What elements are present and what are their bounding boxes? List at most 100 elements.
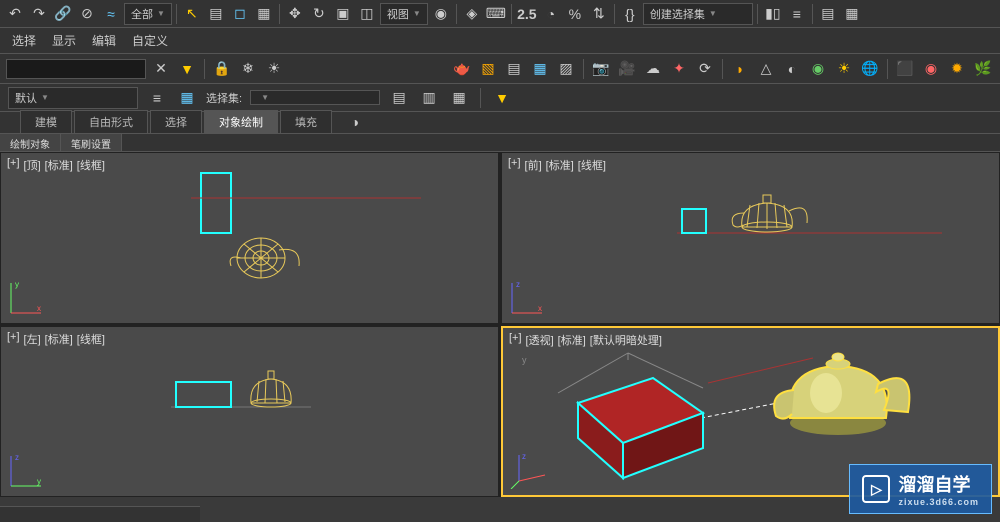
angle-snap-icon[interactable]: ◔ <box>540 3 562 25</box>
freeze-icon[interactable]: ❄ <box>237 58 259 80</box>
menu-display[interactable]: 显示 <box>52 32 76 49</box>
svg-text:x: x <box>37 304 41 313</box>
motion-icon[interactable]: ⟳ <box>694 58 716 80</box>
ss-add-icon[interactable]: ▤ <box>388 87 410 109</box>
layer-row: 默认 ▼ ≡ ▦ 选择集: ▼ ▤ ▥ ▦ ▼ <box>0 84 1000 112</box>
link-icon[interactable]: 🔗 <box>52 3 74 25</box>
viewport-front[interactable]: [+] [前] [标准] [线框] z x <box>501 152 1000 324</box>
geo-icon[interactable]: ◉ <box>807 58 829 80</box>
layer-stack-icon[interactable]: ≡ <box>146 87 168 109</box>
select-rect-icon[interactable]: ◻ <box>229 3 251 25</box>
select-manipulate-icon[interactable]: ◈ <box>461 3 483 25</box>
selection-filter-dropdown[interactable]: 全部 ▼ <box>124 3 172 25</box>
clear-icon[interactable]: ✕ <box>150 58 172 80</box>
sub-brush[interactable]: 笔刷设置 <box>61 134 122 151</box>
filter-label: 全部 <box>131 6 153 22</box>
ss-edit-icon[interactable]: ▦ <box>448 87 470 109</box>
ss-sub-icon[interactable]: ▥ <box>418 87 440 109</box>
named-selection-dropdown[interactable]: 创建选择集 ▼ <box>643 3 753 25</box>
teapot-render-icon[interactable]: 🫖 <box>451 58 473 80</box>
search-input[interactable] <box>6 59 146 79</box>
watermark: ▷ 溜溜自学 zixue.3d66.com <box>849 464 992 514</box>
svg-text:y: y <box>37 477 41 486</box>
sphere-icon[interactable]: ◐ <box>781 58 803 80</box>
vp-top-label[interactable]: [+] [顶] [标准] [线框] <box>7 157 105 173</box>
lock-icon[interactable]: 🔒 <box>211 58 233 80</box>
sub-paintobj[interactable]: 绘制对象 <box>0 134 61 151</box>
tab-modeling[interactable]: 建模 <box>20 110 72 133</box>
curve-editor-icon[interactable]: ▦ <box>841 3 863 25</box>
select-cursor-icon[interactable]: ↖ <box>181 3 203 25</box>
align-icon[interactable]: ≡ <box>786 3 808 25</box>
globe-icon[interactable]: 🌐 <box>859 58 881 80</box>
named-sel-label: 创建选择集 <box>650 6 705 22</box>
particle-icon[interactable]: ✦ <box>668 58 690 80</box>
vp-left-label[interactable]: [+] [左] [标准] [线框] <box>7 331 105 347</box>
unfreeze-icon[interactable]: ☀ <box>263 58 285 80</box>
mirror-icon[interactable]: ▮▯ <box>762 3 784 25</box>
chevron-down-icon: ▼ <box>709 9 717 18</box>
refcoord-dropdown[interactable]: 视图 ▼ <box>380 3 428 25</box>
camera-setup-icon[interactable]: 🎥 <box>616 58 638 80</box>
snap-icon[interactable]: 2.5 <box>516 3 538 25</box>
scale-icon[interactable]: ▣ <box>332 3 354 25</box>
camera-icon[interactable]: 📷 <box>590 58 612 80</box>
material-editor-icon[interactable]: ▦ <box>529 58 551 80</box>
cone-icon[interactable]: △ <box>755 58 777 80</box>
layer-manage-icon[interactable]: ▦ <box>176 87 198 109</box>
grass-icon[interactable]: 🌿 <box>972 58 994 80</box>
selset-dropdown[interactable]: ▼ <box>250 90 380 105</box>
spinner-snap-icon[interactable]: ⇅ <box>588 3 610 25</box>
axis-gizmo: z <box>509 449 549 489</box>
layer-dropdown[interactable]: 默认 ▼ <box>8 87 138 109</box>
watermark-url: zixue.3d66.com <box>898 497 979 507</box>
menu-select[interactable]: 选择 <box>12 32 36 49</box>
unlink-icon[interactable]: ⊘ <box>76 3 98 25</box>
bind-icon[interactable]: ≈ <box>100 3 122 25</box>
menu-edit[interactable]: 编辑 <box>92 32 116 49</box>
percent-snap-icon[interactable]: % <box>564 3 586 25</box>
viewport-top[interactable]: [+] [顶] [标准] [线框] yx <box>0 152 499 324</box>
placement-icon[interactable]: ◫ <box>356 3 378 25</box>
fire-icon[interactable]: ◉ <box>920 58 942 80</box>
tab-freeform[interactable]: 自由形式 <box>74 110 148 133</box>
vp-front-label[interactable]: [+] [前] [标准] [线框] <box>508 157 606 173</box>
keyboard-shortcuts-icon[interactable]: ⌨ <box>485 3 507 25</box>
svg-text:y: y <box>522 355 527 365</box>
rotate-icon[interactable]: ↻ <box>308 3 330 25</box>
sun-icon[interactable]: ☀ <box>833 58 855 80</box>
dome-icon[interactable]: ◗ <box>729 58 751 80</box>
explode-icon[interactable]: ✹ <box>946 58 968 80</box>
svg-text:z: z <box>15 453 19 462</box>
render-frame-icon[interactable]: ▤ <box>503 58 525 80</box>
selset-static-label: 选择集: <box>206 90 242 106</box>
tab-toggle-icon[interactable]: ◑ <box>344 111 366 133</box>
portal-icon[interactable]: ⬛ <box>894 58 916 80</box>
tab-select[interactable]: 选择 <box>150 110 202 133</box>
pivot-icon[interactable]: ◉ <box>430 3 452 25</box>
chevron-down-icon: ▼ <box>261 93 269 102</box>
undo-icon[interactable]: ↶ <box>4 3 26 25</box>
redo-icon[interactable]: ↷ <box>28 3 50 25</box>
select-name-icon[interactable]: ▤ <box>205 3 227 25</box>
svg-text:z: z <box>516 280 520 289</box>
svg-text:x: x <box>538 304 542 313</box>
viewport-left[interactable]: [+] [左] [标准] [线框] z y <box>0 326 499 498</box>
layer-label: 默认 <box>15 90 37 106</box>
menu-custom[interactable]: 自定义 <box>132 32 168 49</box>
move-icon[interactable]: ✥ <box>284 3 306 25</box>
funnel-icon[interactable]: ▼ <box>491 87 513 109</box>
tab-objpaint[interactable]: 对象绘制 <box>204 110 278 133</box>
window-cross-icon[interactable]: ▦ <box>253 3 275 25</box>
render-setup-icon[interactable]: ▧ <box>477 58 499 80</box>
env-icon[interactable]: ☁ <box>642 58 664 80</box>
layers-icon[interactable]: ▤ <box>817 3 839 25</box>
secondary-toolbar: ✕ ▼ 🔒 ❄ ☀ 🫖 ▧ ▤ ▦ ▨ 📷 🎥 ☁ ✦ ⟳ ◗ △ ◐ ◉ ☀ … <box>0 54 1000 84</box>
filter-icon[interactable]: ▼ <box>176 58 198 80</box>
svg-text:z: z <box>522 452 526 461</box>
edit-named-sel-icon[interactable]: {} <box>619 3 641 25</box>
vp-persp-label[interactable]: [+] [透视] [标准] [默认明暗处理] <box>509 332 662 348</box>
tab-fill[interactable]: 填充 <box>280 110 332 133</box>
slate-mat-icon[interactable]: ▨ <box>555 58 577 80</box>
chevron-down-icon: ▼ <box>157 9 165 18</box>
